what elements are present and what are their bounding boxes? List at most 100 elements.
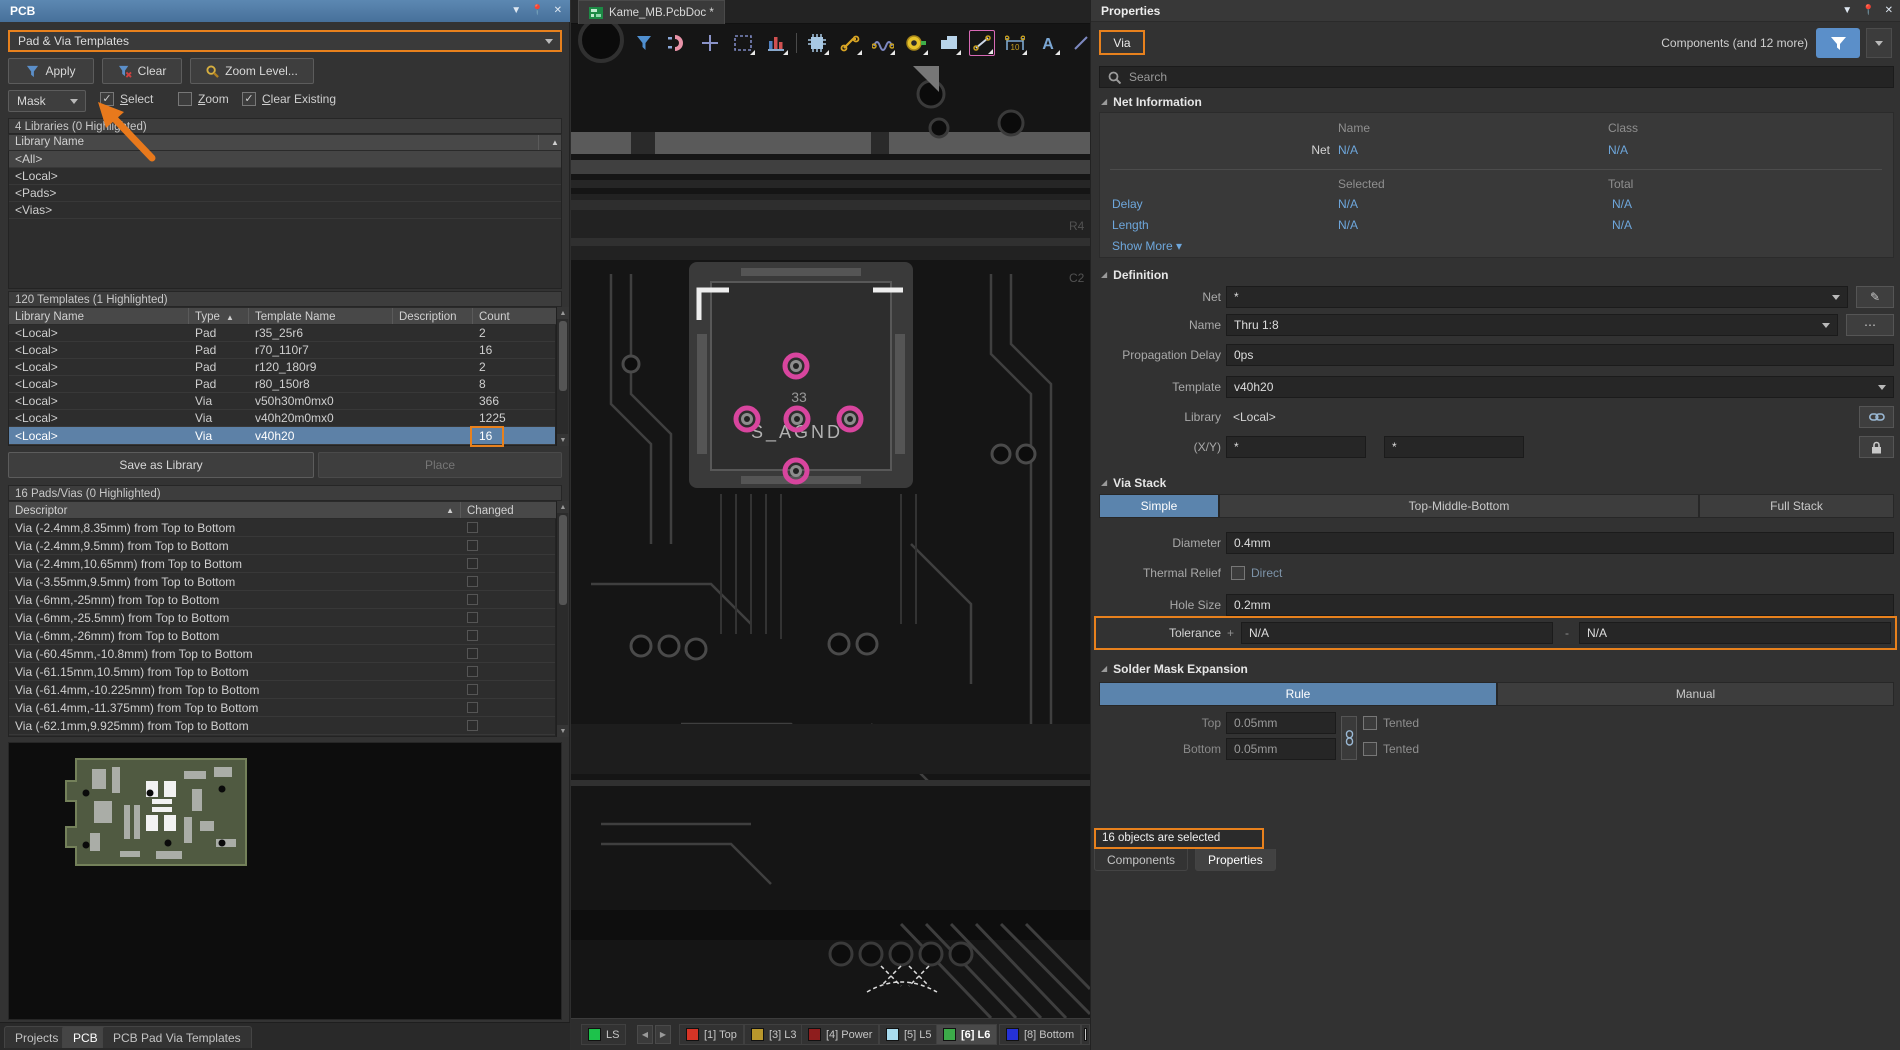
changed-checkbox[interactable]	[467, 648, 478, 659]
mask-mode-dropdown[interactable]: Mask	[8, 90, 86, 112]
template-row[interactable]: <Local>Viav50h30m0mx0366	[9, 393, 555, 410]
changed-checkbox[interactable]	[467, 558, 478, 569]
panel-menu-icon[interactable]: ▼	[511, 0, 521, 22]
changed-checkbox[interactable]	[467, 612, 478, 623]
tab-manual[interactable]: Manual	[1497, 682, 1894, 706]
board-preview[interactable]	[8, 742, 562, 1020]
delay-link[interactable]: Delay	[1112, 197, 1143, 211]
via-row[interactable]: Via (-61.4mm,-11.375mm) from Top to Bott…	[9, 699, 555, 717]
y-input[interactable]: *	[1384, 436, 1524, 458]
tab-components[interactable]: Components	[1094, 849, 1188, 871]
templates-scrollbar[interactable]: ▲▼	[556, 307, 568, 446]
panel-mode-dropdown[interactable]: Pad & Via Templates	[8, 30, 562, 52]
via-row[interactable]: Via (-2.4mm,10.65mm) from Top to Bottom	[9, 555, 555, 573]
snap-magnet-icon[interactable]	[664, 30, 690, 56]
section-via-stack[interactable]: Via Stack	[1101, 476, 1166, 490]
hole-size-input[interactable]: 0.2mm	[1226, 594, 1894, 616]
tolerance-minus-input[interactable]: N/A	[1579, 622, 1891, 644]
route-icon[interactable]	[837, 30, 863, 56]
via-row[interactable]: Via (-62.1mm,9.925mm) from Top to Bottom	[9, 717, 555, 735]
via-row[interactable]: Via (-61.15mm,10.5mm) from Top to Bottom	[9, 663, 555, 681]
net-dropdown[interactable]: *	[1226, 286, 1848, 308]
layer-tab-l6-active[interactable]: [6] L6	[936, 1024, 997, 1045]
changed-checkbox[interactable]	[467, 594, 478, 605]
tab-projects[interactable]: Projects	[4, 1026, 69, 1048]
tab-pcb-pad-via-templates[interactable]: PCB Pad Via Templates	[102, 1026, 252, 1048]
select-area-icon[interactable]	[730, 30, 756, 56]
libraries-column-header[interactable]: Library Name ▲	[8, 134, 562, 151]
board-insight-icon[interactable]	[763, 30, 789, 56]
pin-icon[interactable]: 📍	[531, 0, 543, 22]
place-button[interactable]: Place	[318, 452, 562, 478]
apply-button[interactable]: Apply	[8, 58, 94, 84]
edit-net-button[interactable]: ✎	[1856, 286, 1894, 308]
tab-rule[interactable]: Rule	[1099, 682, 1497, 706]
close-icon[interactable]: ✕	[1885, 0, 1893, 22]
template-dropdown[interactable]: v40h20	[1226, 376, 1894, 398]
mask-top-input[interactable]: 0.05mm	[1226, 712, 1336, 734]
library-row[interactable]: <Vias>	[9, 202, 561, 219]
polygon-pour-icon[interactable]	[936, 30, 962, 56]
line-tool-icon[interactable]	[969, 30, 995, 56]
layer-scroll-right[interactable]: ▶	[655, 1025, 671, 1044]
via-row[interactable]: Via (-61.4mm,-10.225mm) from Top to Bott…	[9, 681, 555, 699]
via-row[interactable]: Via (-2.4mm,8.35mm) from Top to Bottom	[9, 519, 555, 537]
close-icon[interactable]: ✕	[554, 0, 562, 22]
zoom-checkbox[interactable]: Zoom	[178, 92, 229, 106]
section-definition[interactable]: Definition	[1101, 268, 1168, 282]
place-component-icon[interactable]	[804, 30, 830, 56]
tab-top-middle-bottom[interactable]: Top-Middle-Bottom	[1219, 494, 1699, 518]
scope-filter-button[interactable]	[1816, 28, 1860, 58]
via-tool-icon[interactable]	[903, 30, 929, 56]
pads-vias-scrollbar[interactable]: ▲▼	[556, 501, 568, 737]
library-link-button[interactable]	[1859, 406, 1894, 428]
tolerance-plus-input[interactable]: N/A	[1241, 622, 1553, 644]
mask-bottom-input[interactable]: 0.05mm	[1226, 738, 1336, 760]
tab-simple[interactable]: Simple	[1099, 494, 1219, 518]
layer-set-button[interactable]: LS	[581, 1024, 626, 1045]
length-link[interactable]: Length	[1112, 218, 1149, 232]
template-row[interactable]: <Local>Padr35_25r62	[9, 325, 555, 342]
diameter-input[interactable]: 0.4mm	[1226, 532, 1894, 554]
pin-icon[interactable]: 📍	[1862, 0, 1874, 22]
clear-button[interactable]: Clear	[102, 58, 182, 84]
select-checkbox[interactable]: ✓ Select	[100, 92, 153, 106]
layer-tab-top[interactable]: [1] Top	[679, 1024, 744, 1045]
changed-checkbox[interactable]	[467, 540, 478, 551]
document-tab[interactable]: Kame_MB.PcbDoc *	[578, 0, 725, 24]
layer-tab-power[interactable]: [4] Power	[801, 1024, 879, 1045]
lock-button[interactable]	[1859, 436, 1894, 458]
filter-tool-icon[interactable]	[631, 30, 657, 56]
name-more-button[interactable]: ⋯	[1846, 314, 1894, 336]
templates-column-header[interactable]: Library Name Type▲ Template Name Descrip…	[8, 307, 562, 325]
dimension-icon[interactable]: 10	[1002, 30, 1028, 56]
changed-checkbox[interactable]	[467, 702, 478, 713]
library-row[interactable]: <Local>	[9, 168, 561, 185]
layer-tab-l3[interactable]: [3] L3	[744, 1024, 804, 1045]
layer-tab-partial[interactable]	[1081, 1024, 1090, 1045]
section-solder-mask[interactable]: Solder Mask Expansion	[1101, 662, 1248, 676]
changed-checkbox[interactable]	[467, 666, 478, 677]
direct-checkbox[interactable]: Direct	[1231, 566, 1282, 580]
changed-checkbox[interactable]	[467, 630, 478, 641]
save-as-library-button[interactable]: Save as Library	[8, 452, 314, 478]
draw-line-icon[interactable]	[1068, 30, 1090, 56]
via-row[interactable]: Via (-6mm,-25.5mm) from Top to Bottom	[9, 609, 555, 627]
library-row[interactable]: <Pads>	[9, 185, 561, 202]
changed-checkbox[interactable]	[467, 720, 478, 731]
layer-tab-l5[interactable]: [5] L5	[879, 1024, 939, 1045]
scope-dropdown-button[interactable]	[1866, 28, 1892, 58]
link-top-bottom-button[interactable]	[1341, 716, 1357, 760]
via-row[interactable]: Via (-6mm,-25mm) from Top to Bottom	[9, 591, 555, 609]
propagation-delay-input[interactable]: 0ps	[1226, 344, 1894, 366]
differential-route-icon[interactable]	[870, 30, 896, 56]
tented-bottom-checkbox[interactable]: Tented	[1363, 742, 1419, 756]
template-row[interactable]: <Local>Viav40h20m0mx01225	[9, 410, 555, 427]
panel-menu-icon[interactable]: ▼	[1842, 0, 1852, 22]
via-row[interactable]: Via (-60.45mm,-10.8mm) from Top to Botto…	[9, 645, 555, 663]
layer-scroll-left[interactable]: ◀	[637, 1025, 653, 1044]
tab-full-stack[interactable]: Full Stack	[1699, 494, 1894, 518]
name-dropdown[interactable]: Thru 1:8	[1226, 314, 1838, 336]
text-tool-icon[interactable]: A	[1035, 30, 1061, 56]
template-row[interactable]: <Local>Padr70_110r716	[9, 342, 555, 359]
